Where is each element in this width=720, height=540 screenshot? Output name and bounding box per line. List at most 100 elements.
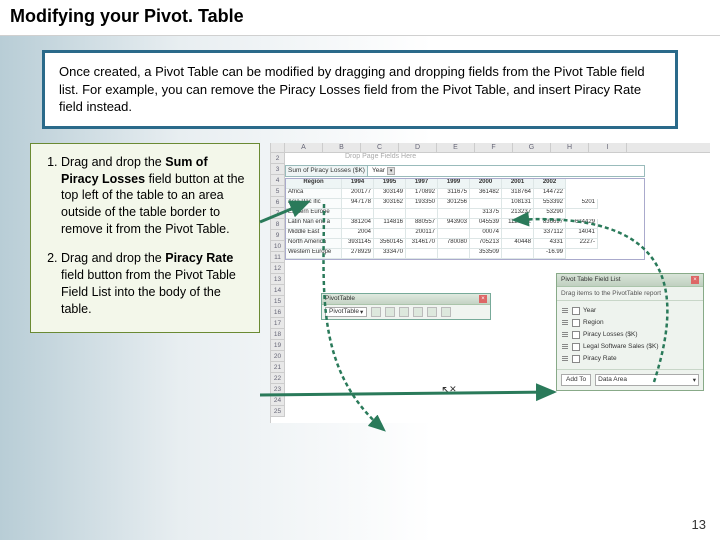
row-number: 2 [271, 153, 285, 164]
pivot-region-cell: Africa [286, 189, 342, 199]
pivot-value-cell: 170892 [406, 189, 438, 199]
row-number: 15 [271, 296, 285, 307]
field-list-item[interactable]: Legal Software Sales ($K) [561, 341, 699, 353]
pivot-value-cell: 53290 [534, 209, 566, 219]
pivot-value-cell: 200177 [342, 189, 374, 199]
field-label: Region [583, 319, 604, 326]
pivot-value-cell: 2004 [342, 229, 374, 239]
col-c: C [361, 143, 399, 152]
pivot-value-cell: 5201 [566, 199, 598, 209]
pivot-year-selector[interactable]: Year ▾ [368, 166, 399, 176]
pivot-value-cell: 943903 [438, 219, 470, 229]
pivot-value-cell [406, 209, 438, 219]
content-row: Drag and drop the Sum of Piracy Losses f… [0, 143, 720, 423]
add-to-button[interactable]: Add To [561, 374, 591, 386]
pivot-region-header[interactable]: Region [286, 179, 342, 189]
pivot-value-cell [342, 209, 374, 219]
toolbar-icon[interactable] [413, 307, 423, 317]
pivot-year-header: 1995 [374, 179, 406, 189]
field-list-item[interactable]: Piracy Rate [561, 353, 699, 365]
pivot-value-cell: 836697 [534, 219, 566, 229]
row-number: 9 [271, 230, 285, 241]
pivot-value-cell: 303162 [374, 199, 406, 209]
page-number: 13 [692, 517, 706, 532]
col-a: A [285, 143, 323, 152]
row-number: 19 [271, 340, 285, 351]
step-1: Drag and drop the Sum of Piracy Losses f… [61, 154, 247, 238]
row-number: 21 [271, 362, 285, 373]
toolbar-icon[interactable] [399, 307, 409, 317]
step-2-bold: Piracy Rate [165, 251, 233, 265]
row-number: 6 [271, 197, 285, 208]
row-number: 14 [271, 285, 285, 296]
toolbar-icon[interactable] [441, 307, 451, 317]
page-field-drop-hint[interactable]: Drop Page Fields Here [345, 153, 416, 160]
step-2-prefix: Drag and drop the [61, 251, 165, 265]
row-number: 10 [271, 241, 285, 252]
pivot-value-cell: 14041 [566, 229, 598, 239]
row-number: 3 [271, 164, 285, 175]
field-label: Year [583, 307, 596, 314]
row-number: 11 [271, 252, 285, 263]
pivot-value-cell: 1127632 [502, 219, 534, 229]
drag-handle-icon[interactable] [561, 343, 569, 351]
pivot-value-cell: 624429 [566, 219, 598, 229]
area-selector[interactable]: Data Area ▾ [595, 374, 699, 386]
pivottable-menu-button[interactable]: PivotTable ▾ [325, 307, 367, 317]
pivot-value-cell: 3560145 [374, 239, 406, 249]
step-1-prefix: Drag and drop the [61, 155, 165, 169]
pivot-field-list[interactable]: Pivot Table Field List × Drag items to t… [556, 273, 704, 391]
pivot-value-cell: 200117 [406, 229, 438, 239]
drag-handle-icon[interactable] [561, 355, 569, 363]
pivot-value-cell: 553392 [534, 199, 566, 209]
row-number: 25 [271, 406, 285, 417]
field-label: Piracy Rate [583, 355, 617, 362]
field-list-hint: Drag items to the PivotTable report [557, 287, 703, 301]
steps-panel: Drag and drop the Sum of Piracy Losses f… [30, 143, 260, 333]
close-icon[interactable]: × [691, 276, 699, 284]
pivot-value-cell [374, 209, 406, 219]
pivot-value-cell [502, 249, 534, 259]
pivottable-toolbar[interactable]: PivotTable × PivotTable ▾ [321, 293, 491, 320]
col-h: H [551, 143, 589, 152]
toolbar-icon[interactable] [371, 307, 381, 317]
pivot-table-block: Sum of Piracy Losses ($K) Year ▾ Region 1… [285, 165, 645, 260]
page-title: Modifying your Pivot. Table [10, 6, 710, 27]
pivot-value-cell: 31375 [470, 209, 502, 219]
pivot-data-field-button[interactable]: Sum of Piracy Losses ($K) Year ▾ [285, 165, 645, 177]
steps-list: Drag and drop the Sum of Piracy Losses f… [43, 154, 247, 318]
row-number: 24 [271, 395, 285, 406]
toolbar-icon[interactable] [427, 307, 437, 317]
pivot-value-cell: 045539 [470, 219, 502, 229]
close-icon[interactable]: × [479, 295, 487, 303]
pivot-year-label: Year [372, 167, 385, 174]
pivot-year-header: 2001 [502, 179, 534, 189]
intro-callout: Once created, a Pivot Table can be modif… [42, 50, 678, 129]
pivot-value-cell: 947178 [342, 199, 374, 209]
pivot-value-cell: 193350 [406, 199, 438, 209]
drag-handle-icon[interactable] [561, 307, 569, 315]
chevron-down-icon[interactable]: ▾ [387, 167, 395, 175]
pivot-value-cell [502, 229, 534, 239]
drag-handle-icon[interactable] [561, 319, 569, 327]
column-headers: A B C D E F G H I [271, 143, 710, 153]
area-label: Data Area [598, 376, 627, 383]
row-number: 4 [271, 175, 285, 186]
field-icon [572, 307, 580, 315]
pivot-year-header: 1997 [406, 179, 438, 189]
toolbar-icon[interactable] [385, 307, 395, 317]
field-list-item[interactable]: Region [561, 317, 699, 329]
pivot-value-cell: 780080 [438, 239, 470, 249]
field-icon [572, 319, 580, 327]
pivot-region-cell: Middle East [286, 229, 342, 239]
drag-handle-icon[interactable] [561, 331, 569, 339]
chevron-down-icon: ▾ [693, 376, 696, 384]
field-list-item[interactable]: Year [561, 305, 699, 317]
row-number: 23 [271, 384, 285, 395]
pivot-value-cell: 3931145 [342, 239, 374, 249]
pivot-data-label: Sum of Piracy Losses ($K) [286, 166, 368, 176]
pivot-value-cell: 00074 [470, 229, 502, 239]
row-number: 7 [271, 208, 285, 219]
pivot-data-row: Latin Nan eric a381204114816880557943903… [286, 219, 644, 229]
field-list-item[interactable]: Piracy Losses ($K) [561, 329, 699, 341]
